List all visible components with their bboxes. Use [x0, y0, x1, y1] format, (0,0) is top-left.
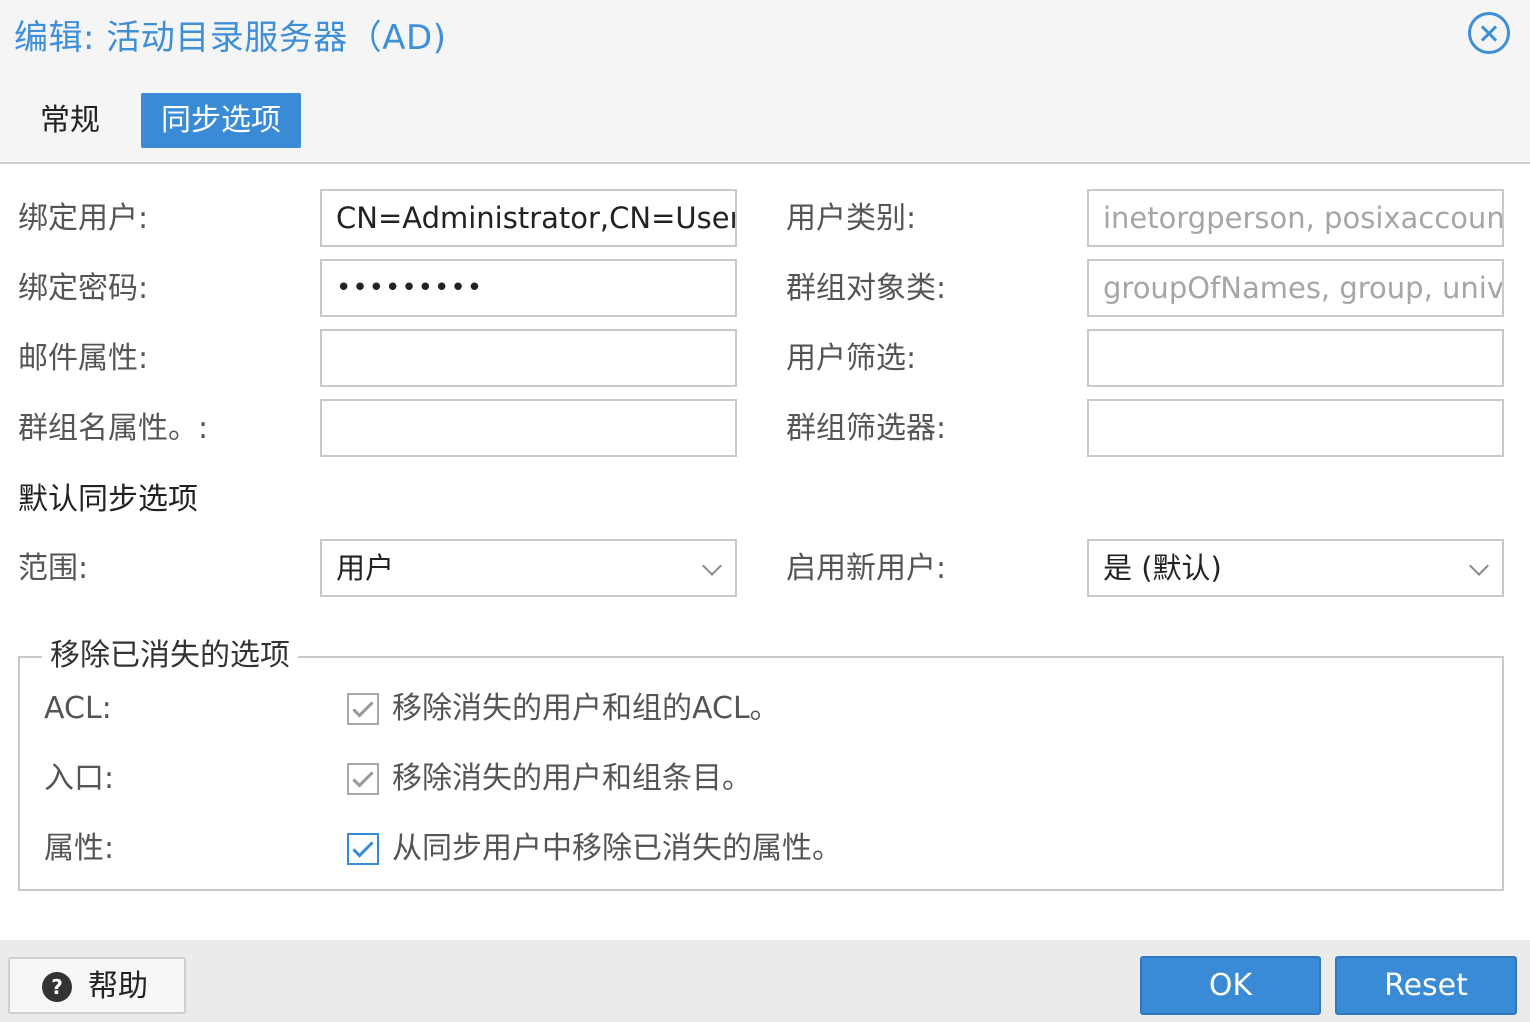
question-circle-icon: ?: [42, 972, 72, 1002]
scope-label: 范围:: [18, 551, 89, 586]
user-filter-input[interactable]: [1087, 329, 1504, 387]
close-icon[interactable]: [1468, 12, 1510, 54]
default-sync-options-title: 默认同步选项: [18, 482, 198, 517]
tab-general[interactable]: 常规: [22, 93, 118, 148]
tab-sync-options[interactable]: 同步选项: [141, 93, 301, 148]
email-attr-label: 邮件属性:: [18, 341, 149, 376]
group-filter-input[interactable]: [1087, 399, 1504, 457]
group-filter-label: 群组筛选器:: [786, 411, 947, 446]
bind-user-label: 绑定用户:: [18, 201, 149, 236]
check-icon: [352, 696, 374, 718]
properties-checkbox[interactable]: [347, 833, 379, 865]
bind-password-label: 绑定密码:: [18, 271, 149, 306]
user-classes-input[interactable]: inetorgperson, posixaccount: [1087, 189, 1504, 247]
user-classes-label: 用户类别:: [786, 201, 917, 236]
chevron-down-icon: [1469, 556, 1489, 576]
acl-checkbox-text: 移除消失的用户和组的ACL。: [392, 691, 780, 726]
entry-checkbox[interactable]: [347, 763, 379, 795]
entry-checkbox-text: 移除消失的用户和组条目。: [392, 761, 752, 796]
ok-button[interactable]: OK: [1140, 956, 1321, 1015]
edit-ad-dialog: 编辑: 活动目录服务器（AD) 常规 同步选项 绑定用户: CN=Adminis…: [0, 0, 1530, 1022]
check-icon: [352, 836, 374, 858]
entry-label: 入口:: [44, 761, 115, 796]
acl-label: ACL:: [44, 691, 112, 726]
help-button-label: 帮助: [88, 969, 148, 1004]
group-name-attr-input[interactable]: [320, 399, 737, 457]
enable-new-label: 启用新用户:: [786, 551, 947, 586]
reset-button[interactable]: Reset: [1335, 956, 1517, 1015]
group-name-attr-label: 群组名属性。:: [18, 411, 209, 446]
help-button[interactable]: ? 帮助: [8, 957, 186, 1014]
group-object-classes-input[interactable]: groupOfNames, group, univentionGroup: [1087, 259, 1504, 317]
properties-label: 属性:: [44, 831, 115, 866]
email-attr-input[interactable]: [320, 329, 737, 387]
user-filter-label: 用户筛选:: [786, 341, 917, 376]
dialog-title: 编辑: 活动目录服务器（AD): [14, 18, 447, 58]
enable-new-select-value: 是 (默认): [1103, 551, 1222, 585]
group-object-classes-label: 群组对象类:: [786, 271, 947, 306]
bind-password-input[interactable]: •••••••••: [320, 259, 737, 317]
scope-select[interactable]: 用户: [320, 539, 737, 597]
scope-select-value: 用户: [336, 551, 395, 585]
chevron-down-icon: [702, 556, 722, 576]
check-icon: [352, 766, 374, 788]
remove-vanished-legend: 移除已消失的选项: [42, 636, 298, 676]
enable-new-select[interactable]: 是 (默认): [1087, 539, 1504, 597]
bind-user-input[interactable]: CN=Administrator,CN=Users: [320, 189, 737, 247]
dialog-header: 编辑: 活动目录服务器（AD) 常规 同步选项: [0, 0, 1530, 164]
acl-checkbox[interactable]: [347, 693, 379, 725]
properties-checkbox-text: 从同步用户中移除已消失的属性。: [392, 831, 842, 866]
